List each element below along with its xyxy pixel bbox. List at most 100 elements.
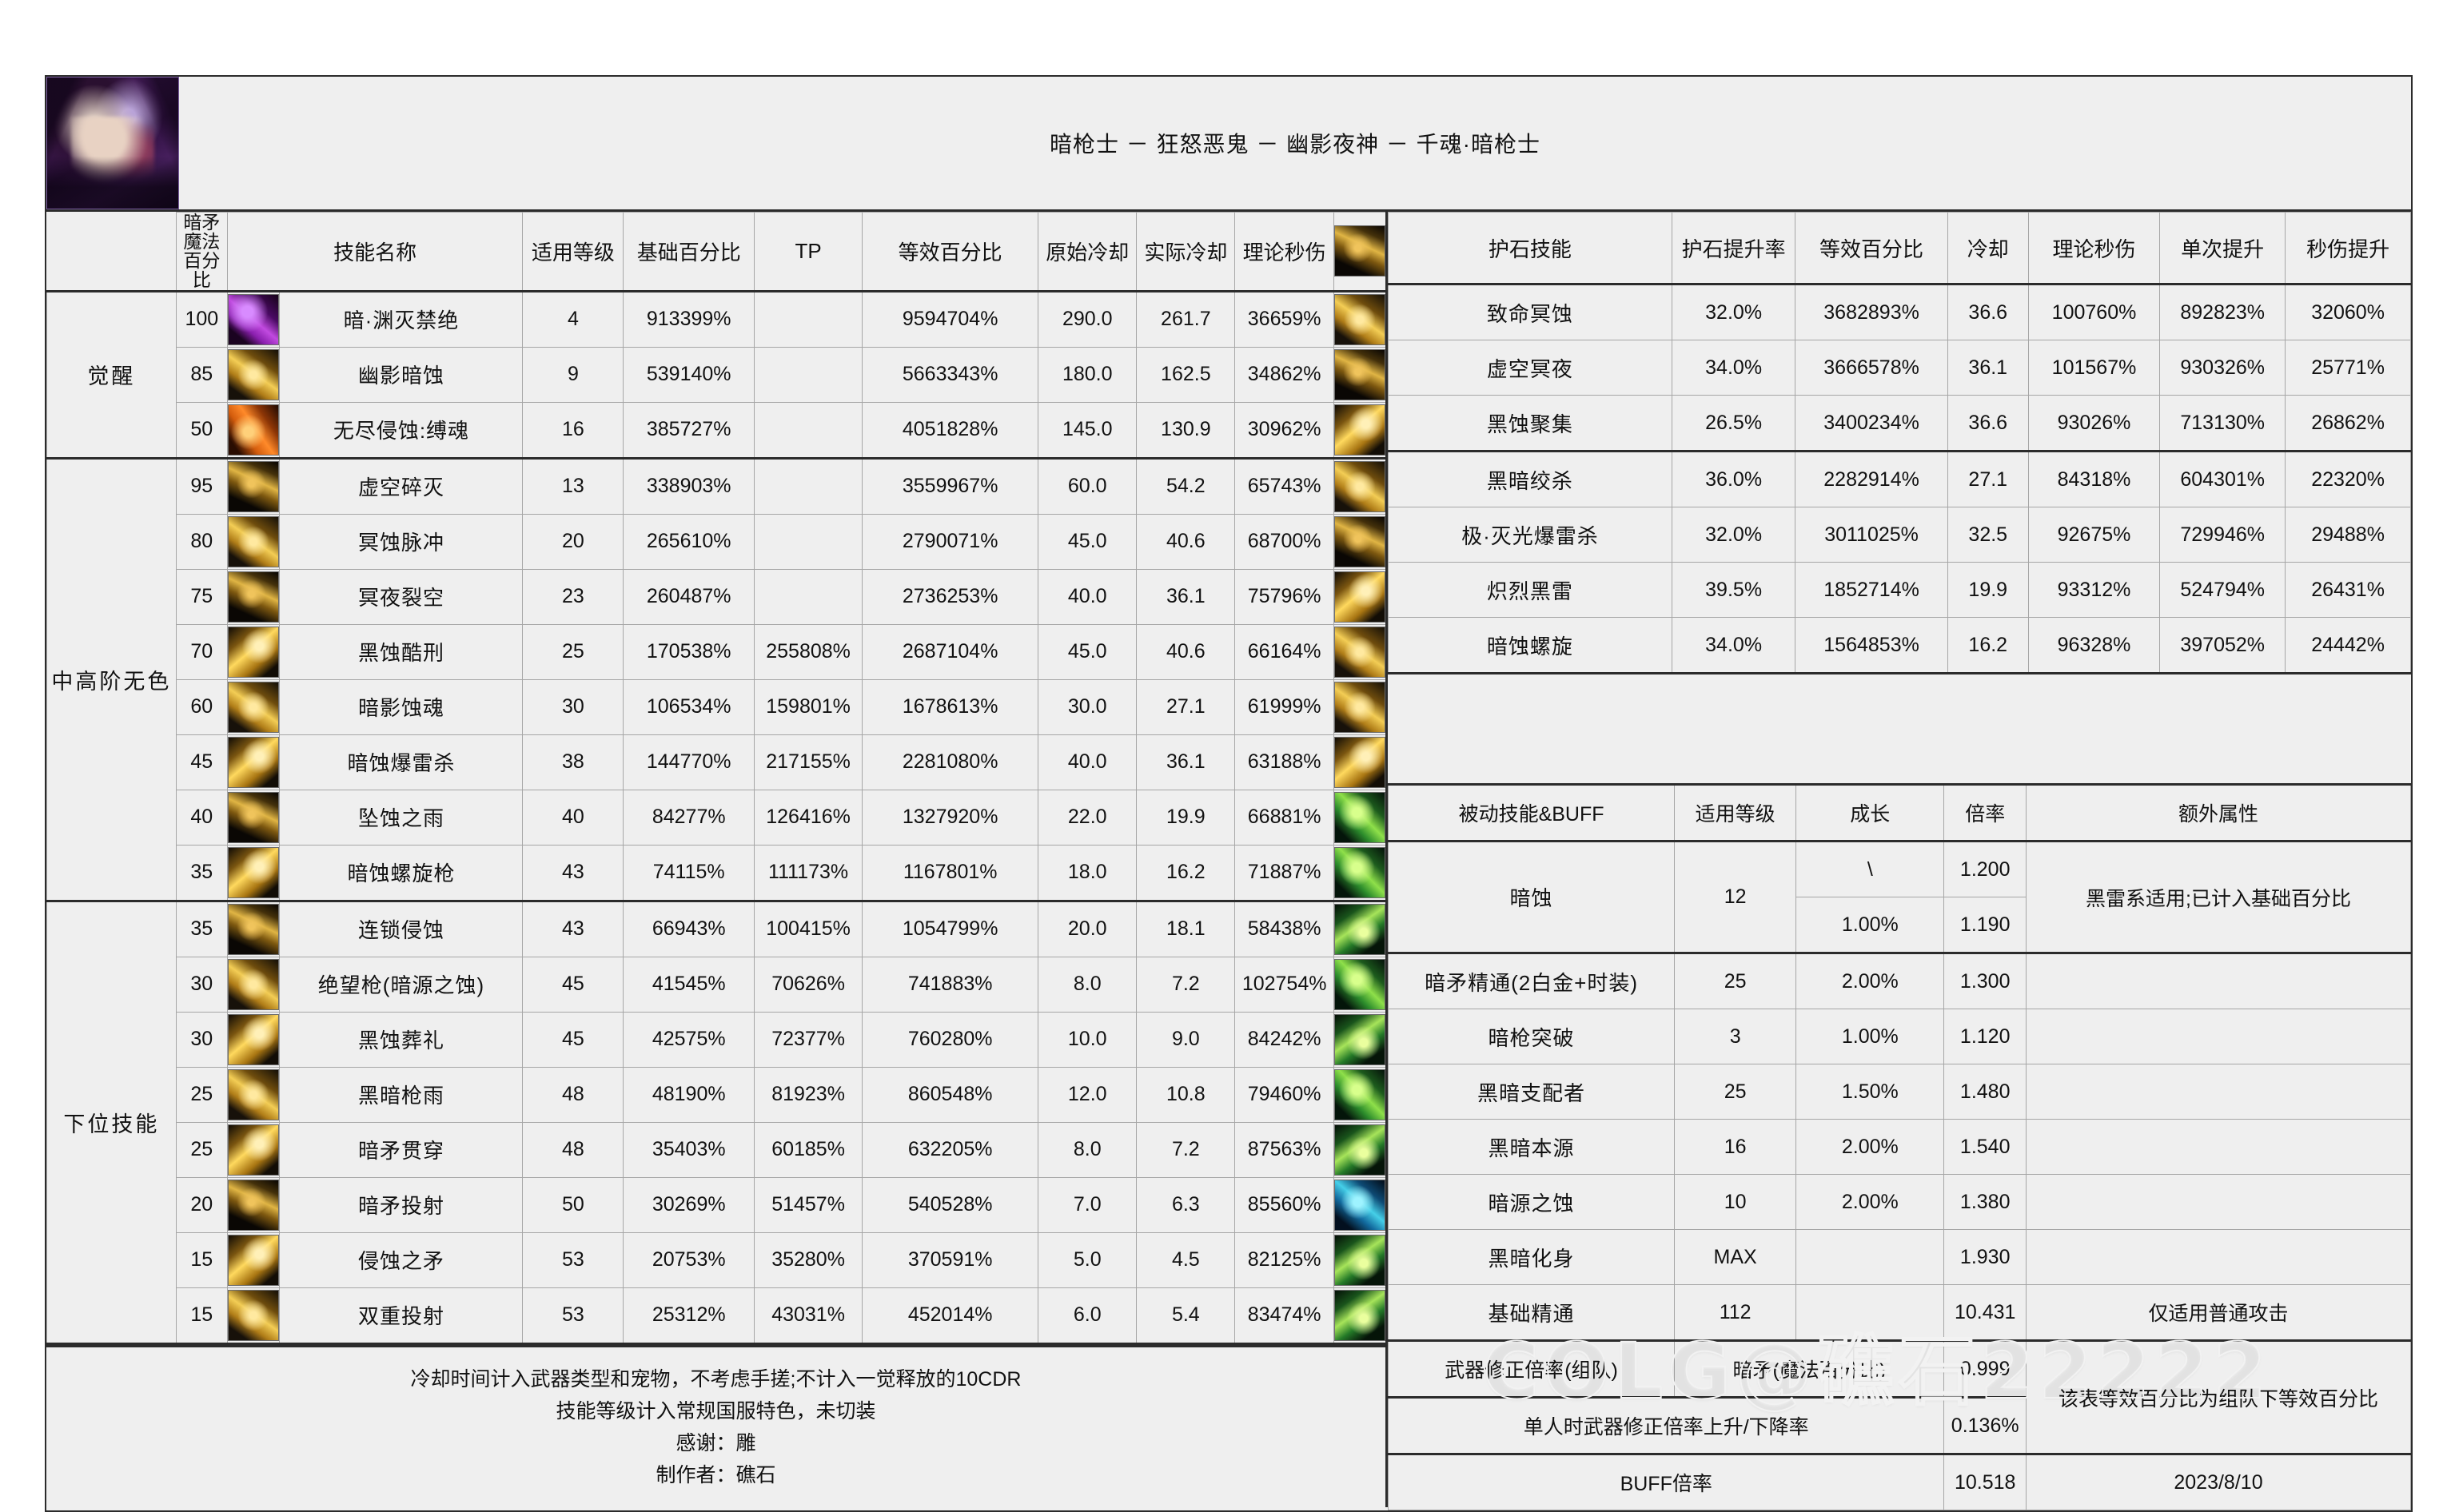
cell-tp: 51457% — [753, 1176, 863, 1233]
cell-rune-rate: 34.0% — [1671, 340, 1796, 396]
cell-passive-level: MAX — [1674, 1229, 1797, 1285]
spacer-cell — [2159, 673, 2286, 729]
green2-skill-icon — [1333, 1234, 1385, 1286]
table-row: 致命冥蚀 32.0% 3682893% 36.6 100760% 892823% 32060… — [1388, 284, 2411, 340]
cell-multiplier: 1.480 — [1943, 1064, 2027, 1120]
cell-extra-attrs — [2025, 1009, 2412, 1064]
footer-line-4: 制作者：礁石 — [656, 1463, 776, 1486]
cell-passive-name: 暗源之蚀 — [1387, 1174, 1676, 1230]
cell-rune-dps: 93026% — [2027, 395, 2161, 452]
green-skill-icon — [1333, 846, 1385, 898]
skill-icon-cell — [226, 1176, 281, 1233]
table-row: 暗蚀螺旋 34.0% 1564853% 16.2 96328% 397052% 24442% — [1388, 617, 2411, 674]
cell-rune-dps: 96328% — [2027, 617, 2161, 674]
table-row: 中高阶无色 95 虚空碎灭 13 338903% 3559967% 60.0 54.2 6574… — [46, 457, 1389, 901]
table-row: 基础精通 112 10.431 仅适用普通攻击 — [1387, 1284, 2412, 1341]
table-row: 70 黑蚀酷刑 25 170538% 255808% 2687104% 45.0 40.6 66… — [47, 623, 1389, 680]
table-row: 75 冥夜裂空 23 260487% 2736253% 40.0 36.1 75796% — [47, 568, 1389, 625]
spacer-cell — [1672, 673, 1795, 729]
column-header-multiplier: 倍率 — [1943, 784, 2027, 842]
skill-table-header-row: 暗矛 魔法百分比 技能名称 适用等级 基础百分比 TP 等效百分比 原始冷却 实际冷却 理论秒伤 — [46, 212, 1389, 292]
cell-theoretical-dps: 66881% — [1234, 789, 1334, 846]
cell-level: 50 — [522, 1176, 624, 1233]
cell-theoretical-dps: 83474% — [1234, 1287, 1334, 1344]
column-header-mp-line1: 暗矛 — [183, 212, 221, 233]
cell-base-percent: 25312% — [623, 1287, 755, 1344]
skill-icon-cell — [226, 734, 281, 790]
table-row: 20 暗矛投射 50 30269% 51457% 540528% 7.0 6.3 85560% — [47, 1176, 1389, 1233]
green2-skill-icon — [1333, 1124, 1385, 1176]
cell-mp-cost: 50 — [175, 401, 228, 459]
gold-skill-icon — [1333, 681, 1385, 733]
cell-real-cooldown: 16.2 — [1136, 844, 1236, 901]
cell-dps-increase: 29488% — [2285, 507, 2411, 563]
cell-weapon-correction-value: 暗矛(魔法百分比) — [1674, 1340, 1945, 1398]
cell-real-cooldown: 54.2 — [1136, 457, 1236, 515]
cell-growth: 1.00% — [1795, 1009, 1945, 1064]
cell-mp-cost: 100 — [175, 290, 228, 348]
gold2-skill-icon — [228, 1234, 280, 1286]
gold-skill-icon — [1333, 460, 1385, 512]
sheet-header-band: 暗枪士 － 狂怒恶鬼 － 幽影夜神 － 千魂·暗枪士 — [46, 77, 2411, 212]
cell-rune-dps: 100760% — [2027, 284, 2161, 340]
cell-growth — [1795, 1229, 1945, 1285]
cell-raw-cooldown: 20.0 — [1038, 900, 1138, 957]
gold-skill-icon — [1333, 626, 1385, 678]
gold2-skill-icon — [1333, 736, 1385, 788]
cell-raw-cooldown: 7.0 — [1038, 1176, 1138, 1233]
cell-rune-equivalent: 3666578% — [1795, 340, 1948, 396]
cell-level: 45 — [522, 956, 624, 1013]
column-header-rune-skill: 护石技能 — [1388, 212, 1672, 284]
cell-dps-increase: 24442% — [2285, 617, 2411, 674]
cell-tp: 159801% — [753, 678, 863, 735]
cell-rune-skill-name: 黑暗绞杀 — [1388, 451, 1672, 507]
cell-rune-skill-name: 暗蚀螺旋 — [1388, 617, 1672, 674]
cell-theoretical-dps: 85560% — [1234, 1176, 1334, 1233]
skill-icon-cell — [1333, 513, 1389, 570]
cell-theoretical-dps: 36659% — [1234, 290, 1334, 348]
cell-level: 25 — [522, 623, 624, 680]
passive-table-header-row: 被动技能&BUFF 适用等级 成长 倍率 额外属性 — [1387, 784, 2412, 842]
cell-rune-equivalent: 1852714% — [1795, 562, 1948, 618]
cell-level: 30 — [522, 678, 624, 735]
gold2-skill-icon — [228, 846, 280, 898]
cell-buff-multiplier-value: 10.518 — [1943, 1454, 2027, 1510]
cell-tp — [753, 290, 863, 348]
cell-skill-name: 无尽侵蚀:缚魂 — [279, 401, 524, 459]
skill-icon-cell — [1333, 844, 1389, 901]
gold-skill-icon — [228, 348, 280, 400]
cell-equivalent-percent: 2790071% — [862, 513, 1039, 570]
cell-skill-name: 黑暗枪雨 — [279, 1066, 524, 1123]
cell-raw-cooldown: 145.0 — [1038, 401, 1138, 459]
cell-rune-skill-name: 黑蚀聚集 — [1388, 395, 1672, 452]
skill-category-label: 下位技能 — [46, 900, 177, 1344]
cell-real-cooldown: 261.7 — [1136, 290, 1236, 348]
cell-single-increase: 524794% — [2159, 562, 2286, 618]
cell-raw-cooldown: 6.0 — [1038, 1287, 1138, 1344]
cell-real-cooldown: 9.0 — [1136, 1011, 1236, 1068]
cell-tp — [753, 513, 863, 570]
gold2-skill-icon — [1333, 404, 1385, 456]
cell-rune-rate: 39.5% — [1671, 562, 1796, 618]
cell-rune-skill-name: 虚空冥夜 — [1388, 340, 1672, 396]
dark-skill-icon — [228, 1179, 280, 1231]
column-header-passive-level: 适用等级 — [1674, 784, 1797, 842]
skill-icon-cell — [1333, 956, 1389, 1013]
table-row: 觉醒 100 暗·渊灭禁绝 4 913399% 9594704% 290.0 261.7 366… — [46, 290, 1389, 459]
skill-icon-cell — [1333, 401, 1389, 459]
main-panes: 暗矛 魔法百分比 技能名称 适用等级 基础百分比 TP 等效百分比 原始冷却 实际冷却 理论秒伤觉… — [46, 212, 2412, 1510]
gold2-skill-icon — [228, 1013, 280, 1065]
table-row: 虚空冥夜 34.0% 3666578% 36.1 101567% 930326% 25771… — [1388, 340, 2411, 396]
cell-base-percent: 265610% — [623, 513, 755, 570]
column-header-level: 适用等级 — [522, 212, 624, 292]
cell-base-percent: 539140% — [623, 346, 755, 403]
table-row: 60 暗影蚀魂 30 106534% 159801% 1678613% 30.0 27.1 61… — [47, 678, 1389, 735]
cell-theoretical-dps: 68700% — [1234, 513, 1334, 570]
cell-tp: 81923% — [753, 1066, 863, 1123]
cell-single-increase: 604301% — [2159, 451, 2286, 507]
cell-tp: 60185% — [753, 1121, 863, 1178]
cell-extra-attrs: 仅适用普通攻击 — [2025, 1284, 2412, 1341]
cell-rune-rate: 34.0% — [1671, 617, 1796, 674]
spacer-row — [1388, 673, 2411, 729]
cell-mp-cost: 25 — [175, 1121, 228, 1178]
